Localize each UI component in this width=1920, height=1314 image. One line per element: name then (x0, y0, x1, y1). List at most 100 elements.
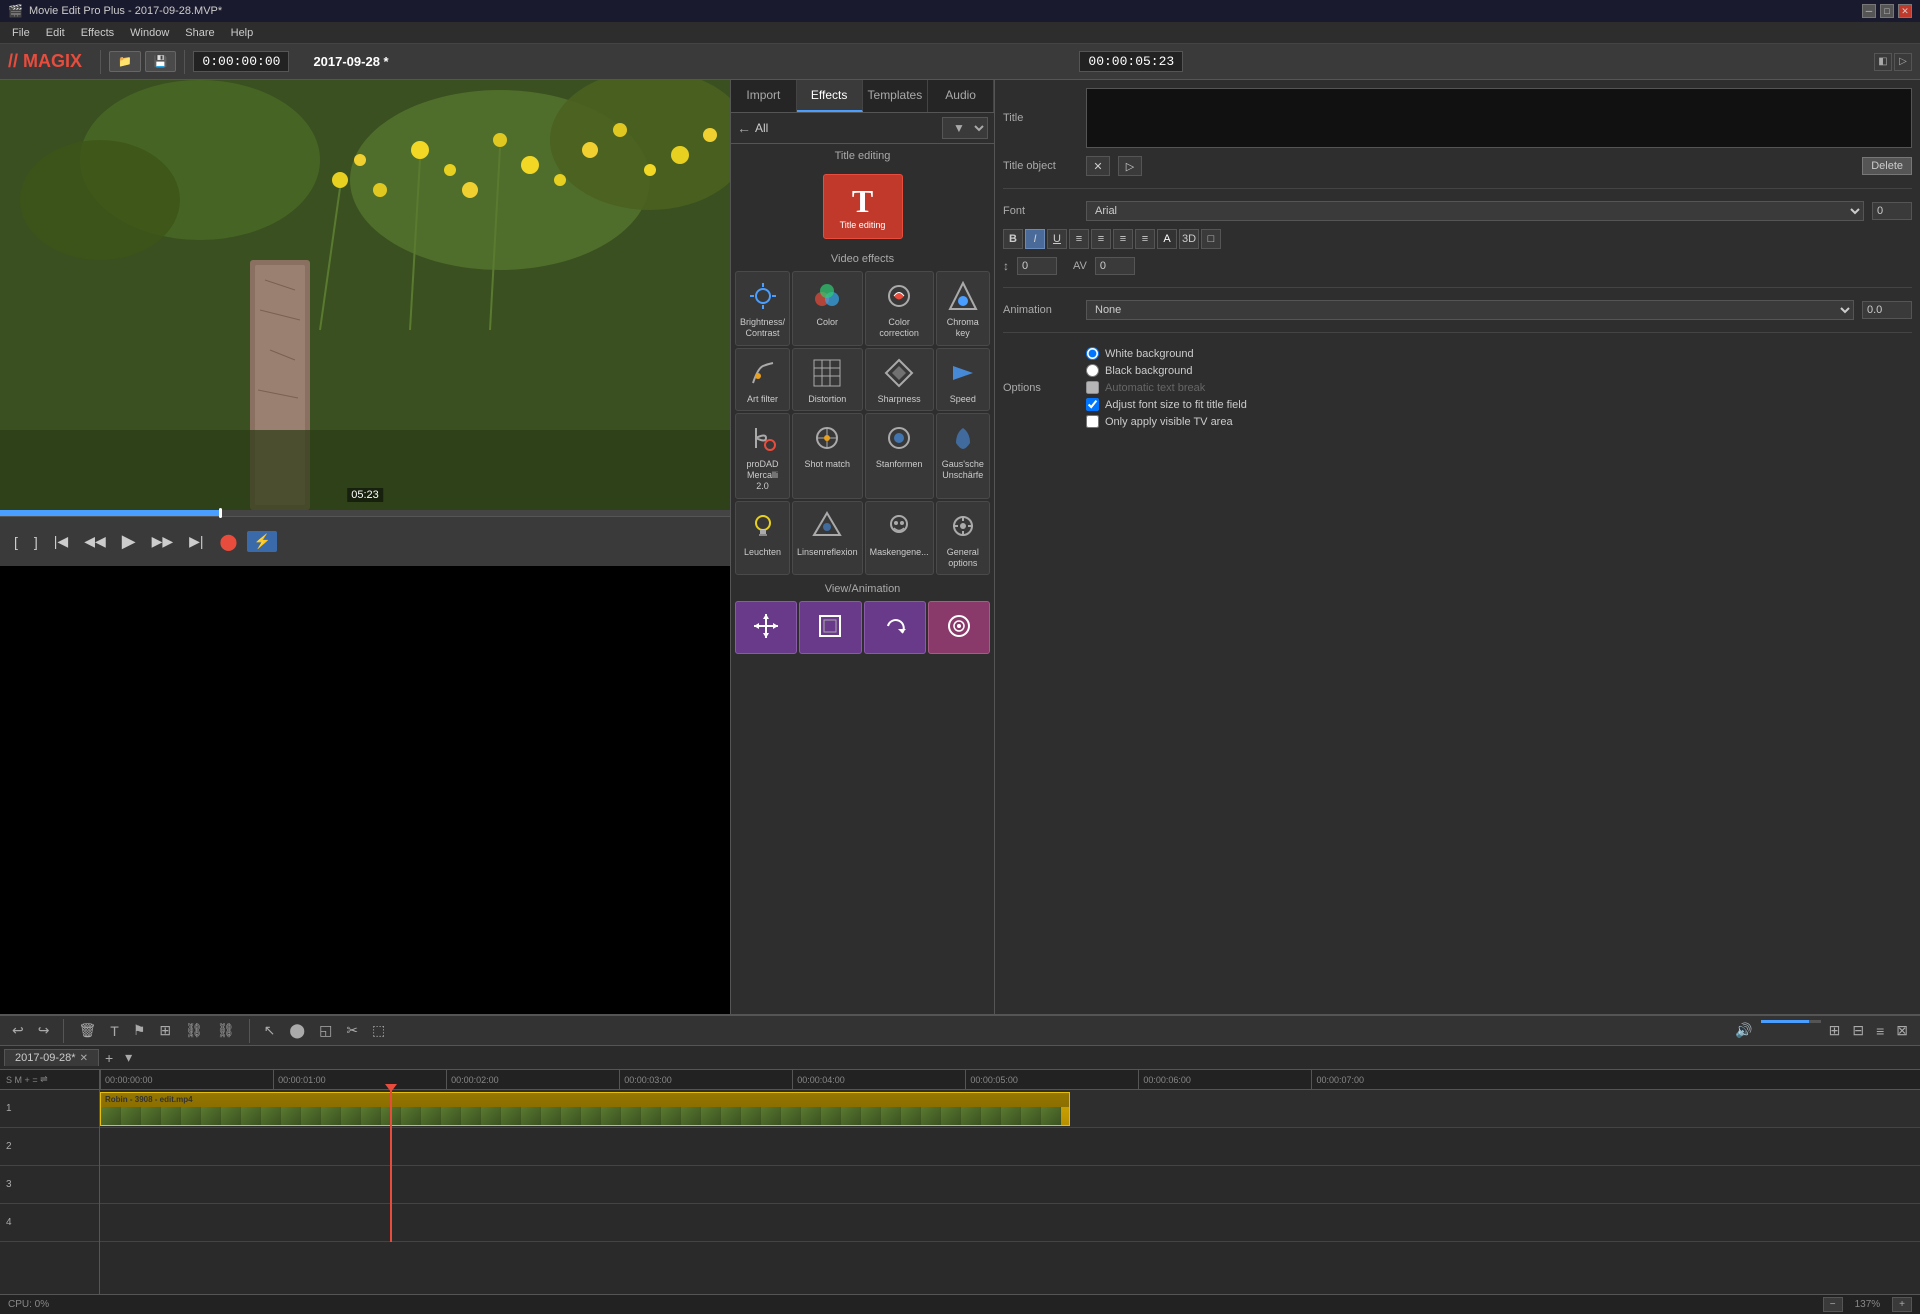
grp-button[interactable]: ⬚ (368, 1020, 389, 1041)
loop-button[interactable]: ⚡ (247, 531, 276, 552)
undo-button[interactable]: ↩ (8, 1020, 28, 1041)
category-dropdown[interactable]: ▼ (942, 117, 988, 139)
chapter-button[interactable]: ⊞ (155, 1020, 175, 1041)
mark-out-button[interactable]: ] (28, 530, 44, 554)
black-bg-radio[interactable] (1086, 364, 1099, 377)
effect-rotation[interactable] (864, 601, 926, 654)
menu-share[interactable]: Share (177, 25, 222, 41)
cursor-button[interactable]: ↖ (260, 1020, 280, 1041)
font-select[interactable]: Arial (1086, 201, 1864, 221)
ripple-button[interactable]: ⬤ (285, 1020, 309, 1041)
effect-art-filter[interactable]: Art filter (735, 348, 790, 412)
effect-prodad[interactable]: proDADMercalli 2.0 (735, 413, 790, 498)
tl-view-btn-3[interactable]: ≡ (1872, 1020, 1888, 1041)
zoom-out-button[interactable]: − (1823, 1297, 1843, 1312)
marker-button[interactable]: ⚑ (129, 1020, 150, 1041)
3d-button[interactable]: 3D (1179, 229, 1199, 249)
project-dropdown[interactable]: ▾ (119, 1049, 138, 1066)
tl-view-btn-1[interactable]: ⊞ (1825, 1020, 1845, 1041)
delete-button[interactable]: Delete (1862, 157, 1912, 175)
text-button[interactable]: T (106, 1021, 123, 1041)
trim-button[interactable]: ◱ (315, 1020, 336, 1041)
play-button[interactable]: ▶ (116, 527, 142, 556)
menu-file[interactable]: File (4, 25, 38, 41)
align-left-button[interactable]: ≡ (1069, 229, 1089, 249)
char-spacing-input[interactable] (1095, 257, 1135, 275)
italic-button[interactable]: I (1025, 229, 1045, 249)
visible-tv-checkbox[interactable] (1086, 415, 1099, 428)
menu-help[interactable]: Help (223, 25, 262, 41)
effect-sharpness[interactable]: Sharpness (865, 348, 934, 412)
effect-maskengen[interactable]: Maskengene... (865, 501, 934, 576)
effect-shot-match[interactable]: Shot match (792, 413, 863, 498)
effect-distortion[interactable]: Distortion (792, 348, 863, 412)
effect-transition[interactable] (928, 601, 990, 654)
title-editing-item[interactable]: T Title editing (823, 174, 903, 239)
minimize-button[interactable]: ─ (1862, 4, 1876, 18)
bg-button[interactable]: □ (1201, 229, 1221, 249)
tab-audio[interactable]: Audio (928, 80, 994, 112)
effect-gaussian[interactable]: Gaus'scheUnschärfe (936, 413, 990, 498)
effect-color[interactable]: Color (792, 271, 863, 346)
mark-in-button[interactable]: [ (8, 530, 24, 554)
align-right-button[interactable]: ≡ (1113, 229, 1133, 249)
tl-view-btn-2[interactable]: ⊟ (1848, 1020, 1868, 1041)
scrub-bar[interactable] (0, 510, 730, 516)
maximize-button[interactable]: □ (1880, 4, 1894, 18)
next-segment-button[interactable]: ▶| (183, 529, 209, 554)
menu-effects[interactable]: Effects (73, 25, 122, 41)
close-button[interactable]: ✕ (1898, 4, 1912, 18)
tab-templates[interactable]: Templates (863, 80, 929, 112)
prev-frame-button[interactable]: ◀◀ (78, 529, 112, 554)
toolbar-save[interactable]: 💾 (145, 51, 177, 72)
add-project-tab[interactable]: + (99, 1050, 119, 1066)
font-size-input[interactable] (1872, 202, 1912, 220)
prev-segment-button[interactable]: |◀ (48, 529, 74, 554)
title-object-btn2[interactable]: ▷ (1118, 156, 1142, 176)
effect-move-zoom[interactable] (735, 601, 797, 654)
zoom-in-button[interactable]: + (1892, 1297, 1912, 1312)
adjust-font-checkbox[interactable] (1086, 398, 1099, 411)
toolbar-open[interactable]: 📁 (109, 51, 141, 72)
redo-button[interactable]: ↪ (34, 1020, 54, 1041)
unlink-button[interactable]: ⛓ (213, 1020, 239, 1041)
panel-btn-2[interactable]: ▷ (1894, 53, 1912, 71)
effect-speed[interactable]: Speed (936, 348, 990, 412)
tl-view-btn-4[interactable]: ⊠ (1892, 1020, 1912, 1041)
tab-import[interactable]: Import (731, 80, 797, 112)
menu-edit[interactable]: Edit (38, 25, 73, 41)
effect-leuchten[interactable]: Leuchten (735, 501, 790, 576)
line-spacing-input[interactable] (1017, 257, 1057, 275)
animation-value-input[interactable] (1862, 301, 1912, 319)
next-frame-button[interactable]: ▶▶ (146, 529, 180, 554)
white-bg-radio[interactable] (1086, 347, 1099, 360)
timeline-content[interactable]: 00:00:00:00 00:00:01:00 00:00:02:00 00:0… (100, 1070, 1920, 1294)
font-color-button[interactable]: A (1157, 229, 1177, 249)
bold-button[interactable]: B (1003, 229, 1023, 249)
delete-clip-button[interactable]: 🗑 (74, 1020, 100, 1041)
animation-select[interactable]: None (1086, 300, 1854, 320)
effect-color-correction[interactable]: Colorcorrection (865, 271, 934, 346)
effect-chroma-key[interactable]: Chroma key (936, 271, 990, 346)
cut-button[interactable]: ✂ (342, 1020, 362, 1041)
video-clip-1[interactable]: Robin - 3908 - edit.mp4 (function() { va… (100, 1092, 1070, 1126)
effect-linsenreflexion[interactable]: Linsenreflexion (792, 501, 863, 576)
align-justify-button[interactable]: ≡ (1135, 229, 1155, 249)
volume-slider[interactable] (1761, 1020, 1821, 1023)
effect-brightness[interactable]: Brightness/Contrast (735, 271, 790, 346)
close-tab-button[interactable]: ✕ (80, 1053, 88, 1064)
underline-button[interactable]: U (1047, 229, 1067, 249)
effect-crop[interactable] (799, 601, 861, 654)
title-object-btn1[interactable]: ✕ (1086, 156, 1110, 176)
menu-window[interactable]: Window (122, 25, 177, 41)
back-button[interactable]: ← (737, 120, 751, 136)
project-tab[interactable]: 2017-09-28* ✕ (4, 1049, 99, 1066)
align-center-button[interactable]: ≡ (1091, 229, 1111, 249)
vol-button[interactable]: 🔊 (1731, 1020, 1756, 1041)
effect-stanformen[interactable]: Stanformen (865, 413, 934, 498)
link-button[interactable]: ⛓ (181, 1020, 207, 1041)
effect-general[interactable]: Generaloptions (936, 501, 990, 576)
auto-break-checkbox[interactable] (1086, 381, 1099, 394)
panel-btn-1[interactable]: ◧ (1874, 53, 1892, 71)
record-button[interactable]: ⬤ (214, 528, 244, 556)
